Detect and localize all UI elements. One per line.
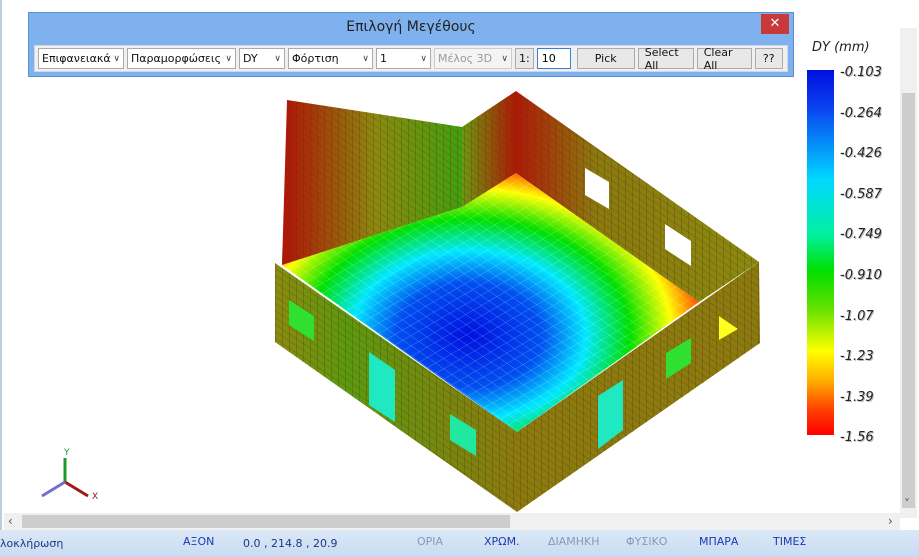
scale-input[interactable]: 10 xyxy=(536,48,571,69)
select-value: Μέλος 3D xyxy=(438,52,493,65)
axis-y-label: Y xyxy=(63,448,70,458)
status-bar: λοκλήρωση ΑΞΟΝ 0.0 , 214.8 , 20.9 ΟΡΙΑ Χ… xyxy=(0,530,919,557)
chevron-down-icon: ∨ xyxy=(274,53,281,64)
legend-value: -1.39 xyxy=(840,390,874,405)
chevron-down-icon: ∨ xyxy=(420,53,427,64)
select-all-button[interactable]: Select All xyxy=(637,46,694,72)
clear-all-button[interactable]: Clear All xyxy=(696,46,752,72)
chevron-down-icon: ∨ xyxy=(362,53,369,64)
legend-title: DY (mm) xyxy=(812,40,870,55)
limits-button[interactable]: ΟΡΙΑ xyxy=(417,535,443,548)
legend-value: -0.749 xyxy=(840,227,882,242)
legend-value: -0.910 xyxy=(840,268,882,283)
physical-button[interactable]: ΦΥΣΙΚΟ xyxy=(626,535,667,548)
axis-triad: Y X xyxy=(41,448,98,502)
axis-x-label: X xyxy=(92,492,98,502)
dialog-toolbar: Επιφανειακά ∨ Παραμορφώσεις ∨ DY ∨ Φόρτιση ∨… xyxy=(34,45,788,72)
help-button[interactable]: ?? xyxy=(754,48,783,69)
legend-value: -0.426 xyxy=(840,146,882,161)
legend-value: -0.264 xyxy=(840,106,882,121)
load-case-select[interactable]: 1 ∨ xyxy=(376,48,431,69)
select-value: Παραμορφώσεις xyxy=(131,52,222,65)
legend-value: -1.23 xyxy=(840,349,874,364)
horizontal-scrollbar[interactable]: ‹ › xyxy=(4,513,900,530)
select-value: Φόρτιση xyxy=(292,52,339,65)
result-type-select[interactable]: Επιφανειακά ∨ xyxy=(38,48,124,69)
quantity-select[interactable]: Παραμορφώσεις ∨ xyxy=(127,48,236,69)
coordinates-readout: 0.0 , 214.8 , 20.9 xyxy=(243,537,338,550)
axon-button[interactable]: ΑΞΟΝ xyxy=(183,535,214,548)
legend-value: -1.07 xyxy=(840,309,874,324)
bar-button[interactable]: ΜΠΑΡΑ xyxy=(699,535,738,548)
color-scale-bar xyxy=(807,70,834,435)
scroll-left-icon[interactable]: ‹ xyxy=(8,513,13,530)
legend-value: -1.56 xyxy=(840,430,874,445)
values-button[interactable]: ΤΙΜΕΣ xyxy=(773,535,806,548)
colors-button[interactable]: ΧΡΩΜ. xyxy=(484,535,520,548)
quantity-selection-dialog: Επιλογή Μεγέθους ✕ Επιφανειακά ∨ Παραμορφ… xyxy=(28,12,794,77)
3d-viewport[interactable]: Y X xyxy=(0,0,919,530)
section-button[interactable]: ΔΙΑΜΗΚΗ xyxy=(548,535,600,548)
close-button[interactable]: ✕ xyxy=(761,14,789,34)
chevron-down-icon: ∨ xyxy=(113,53,120,64)
component-select[interactable]: DY ∨ xyxy=(239,48,285,69)
select-value: Επιφανειακά xyxy=(42,52,111,65)
legend-value: -0.103 xyxy=(840,65,882,80)
chevron-down-icon: ∨ xyxy=(501,53,508,64)
loading-select[interactable]: Φόρτιση ∨ xyxy=(288,48,373,69)
pick-button[interactable]: Pick xyxy=(576,48,635,69)
dialog-title: Επιλογή Μεγέθους xyxy=(346,19,476,35)
vertical-scroll-thumb[interactable] xyxy=(902,93,915,508)
chevron-down-icon: ∨ xyxy=(225,53,232,64)
status-message: λοκλήρωση xyxy=(0,537,64,550)
model-view[interactable]: Y X xyxy=(2,0,919,530)
legend-value: -0.587 xyxy=(840,187,882,202)
select-value: DY xyxy=(243,52,258,65)
horizontal-scroll-thumb[interactable] xyxy=(22,515,510,528)
vertical-scrollbar[interactable]: ˅ xyxy=(900,28,917,518)
scroll-down-icon[interactable]: ˅ xyxy=(904,496,910,513)
select-value: 1 xyxy=(380,52,387,65)
scroll-right-icon[interactable]: › xyxy=(888,513,893,530)
scale-label: 1: xyxy=(515,48,534,69)
member-3d-select[interactable]: Μέλος 3D ∨ xyxy=(434,48,512,69)
